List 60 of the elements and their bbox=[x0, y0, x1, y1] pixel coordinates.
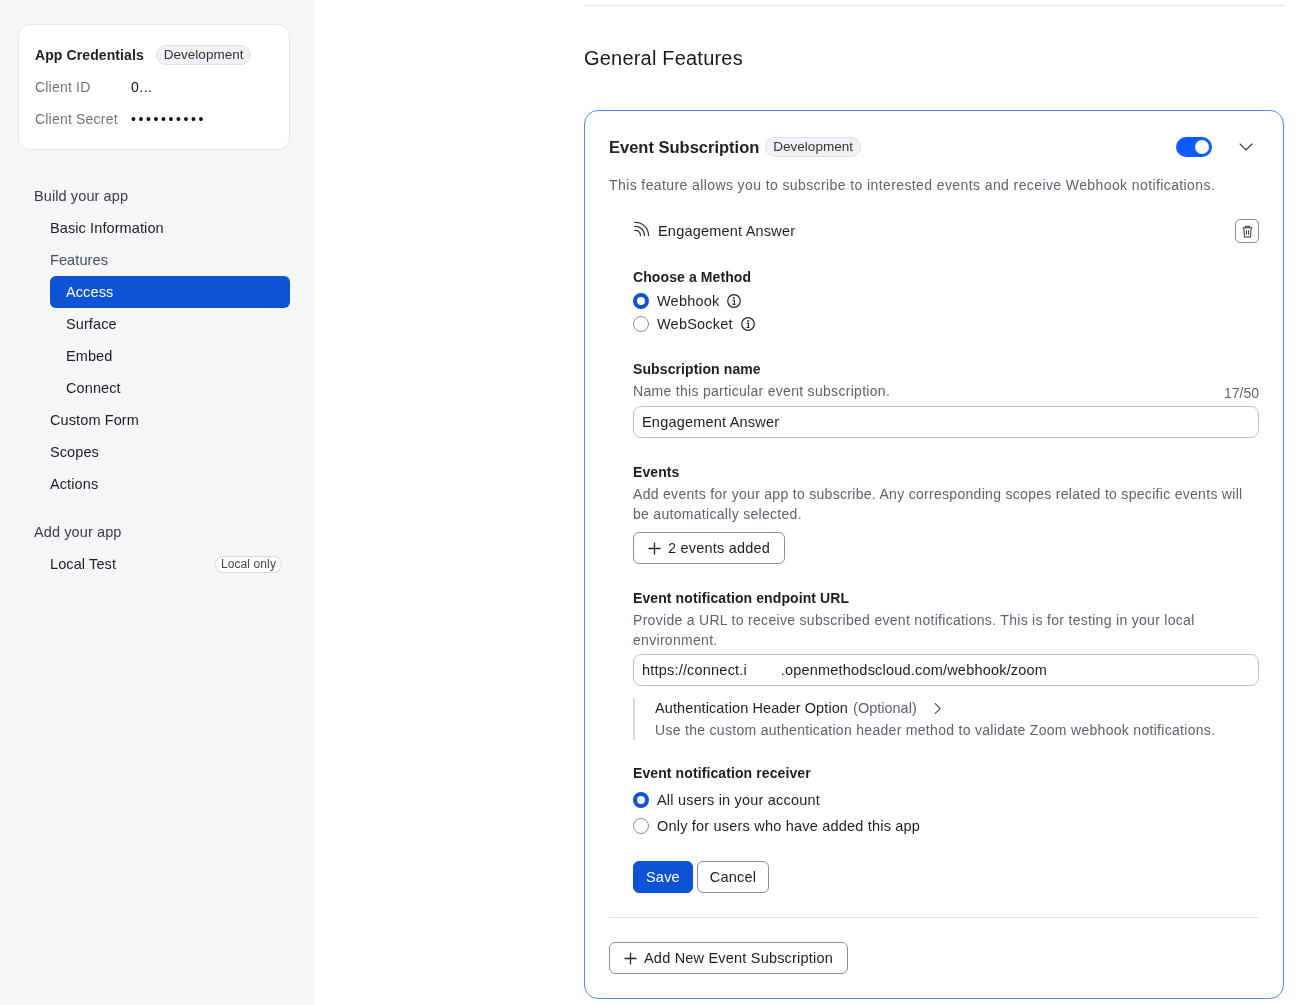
field-hint: Name this particular event subscription. bbox=[633, 382, 891, 401]
field-hint: Provide a URL to receive subscribed event notifications. This is for testing in your local environment. bbox=[633, 611, 1196, 650]
radio-label[interactable]: All users in your account bbox=[657, 792, 820, 808]
cancel-button[interactable]: Cancel bbox=[696, 861, 770, 893]
radio-label[interactable]: Webhook bbox=[657, 293, 720, 309]
radio-button[interactable] bbox=[633, 293, 649, 309]
radio-label[interactable]: Only for users who have added this app bbox=[657, 818, 921, 834]
radio-button[interactable] bbox=[633, 818, 649, 834]
subscription-title: Engagement Answer bbox=[658, 223, 796, 239]
add-events-button[interactable]: 2 events added bbox=[633, 532, 785, 564]
nav-item[interactable]: Connect bbox=[50, 372, 290, 404]
feature-description: This feature allows you to subscribe to interested events and receive Webhook notifications. bbox=[609, 176, 1217, 195]
nav-item[interactable]: Access bbox=[50, 276, 290, 308]
radio-label[interactable]: WebSocket bbox=[657, 316, 733, 332]
character-counter: 17/50 bbox=[1223, 384, 1259, 402]
field-hint: Add events for your app to subscribe. Any corresponding scopes related to specific events will be automatically selected. bbox=[633, 485, 1244, 524]
environment-badge: Development bbox=[155, 45, 252, 65]
chevron-right-icon[interactable] bbox=[933, 701, 941, 715]
field-value: 0... bbox=[131, 79, 153, 95]
url-field[interactable]: https://connect.i .openmethodscloud.com/webhook/zoom bbox=[633, 654, 1259, 686]
field-label: Client Secret bbox=[35, 111, 119, 127]
add-subscription-button[interactable]: Add New Event Subscription bbox=[609, 942, 848, 974]
field-label: Event notification endpoint URL bbox=[633, 589, 851, 608]
radio-button[interactable] bbox=[633, 792, 649, 808]
info-icon[interactable] bbox=[727, 294, 742, 308]
field-value: •••••••••• bbox=[131, 111, 206, 127]
card-title: App Credentials bbox=[35, 47, 144, 63]
auth-header-title[interactable]: Authentication Header Option bbox=[655, 700, 849, 716]
nav-item[interactable]: Custom Form bbox=[50, 404, 290, 436]
environment-badge: Development bbox=[765, 137, 861, 157]
field-label: Subscription name bbox=[633, 360, 762, 379]
status-badge: Local only bbox=[214, 555, 282, 573]
field-label: Event notification receiver bbox=[633, 764, 812, 783]
nav-heading: Build your app bbox=[34, 187, 130, 206]
nav-item[interactable]: Local Test Local only bbox=[50, 548, 290, 580]
nav-heading: Add your app bbox=[34, 523, 123, 542]
delete-button[interactable] bbox=[1235, 219, 1259, 243]
plus-icon bbox=[624, 951, 637, 965]
nav-item[interactable]: Scopes bbox=[50, 436, 290, 468]
nav-item[interactable]: Embed bbox=[50, 340, 290, 372]
toggle-switch[interactable] bbox=[1176, 137, 1212, 157]
trash-icon bbox=[1241, 224, 1253, 238]
feature-title: Event Subscription bbox=[609, 137, 760, 157]
feed-icon bbox=[633, 220, 651, 236]
save-button[interactable]: Save bbox=[633, 861, 693, 893]
nav-item[interactable]: Basic Information bbox=[50, 212, 290, 244]
nav-item[interactable]: Features bbox=[50, 244, 290, 276]
nav-item[interactable]: Actions bbox=[50, 468, 290, 500]
radio-button[interactable] bbox=[633, 316, 649, 332]
chevron-down-icon[interactable] bbox=[1239, 143, 1253, 151]
info-icon[interactable] bbox=[740, 317, 755, 331]
page-title: General Features bbox=[584, 46, 744, 71]
field-label: Choose a Method bbox=[633, 268, 753, 287]
nav-item[interactable]: Surface bbox=[50, 308, 290, 340]
plus-icon bbox=[648, 541, 661, 555]
optional-label: (Optional) bbox=[853, 700, 917, 716]
text-field[interactable]: Engagement Answer bbox=[633, 406, 1259, 438]
field-label: Client ID bbox=[35, 79, 92, 95]
auth-header-description: Use the custom authentication header method to validate Zoom webhook notifications. bbox=[655, 721, 1217, 740]
field-label: Events bbox=[633, 463, 681, 482]
